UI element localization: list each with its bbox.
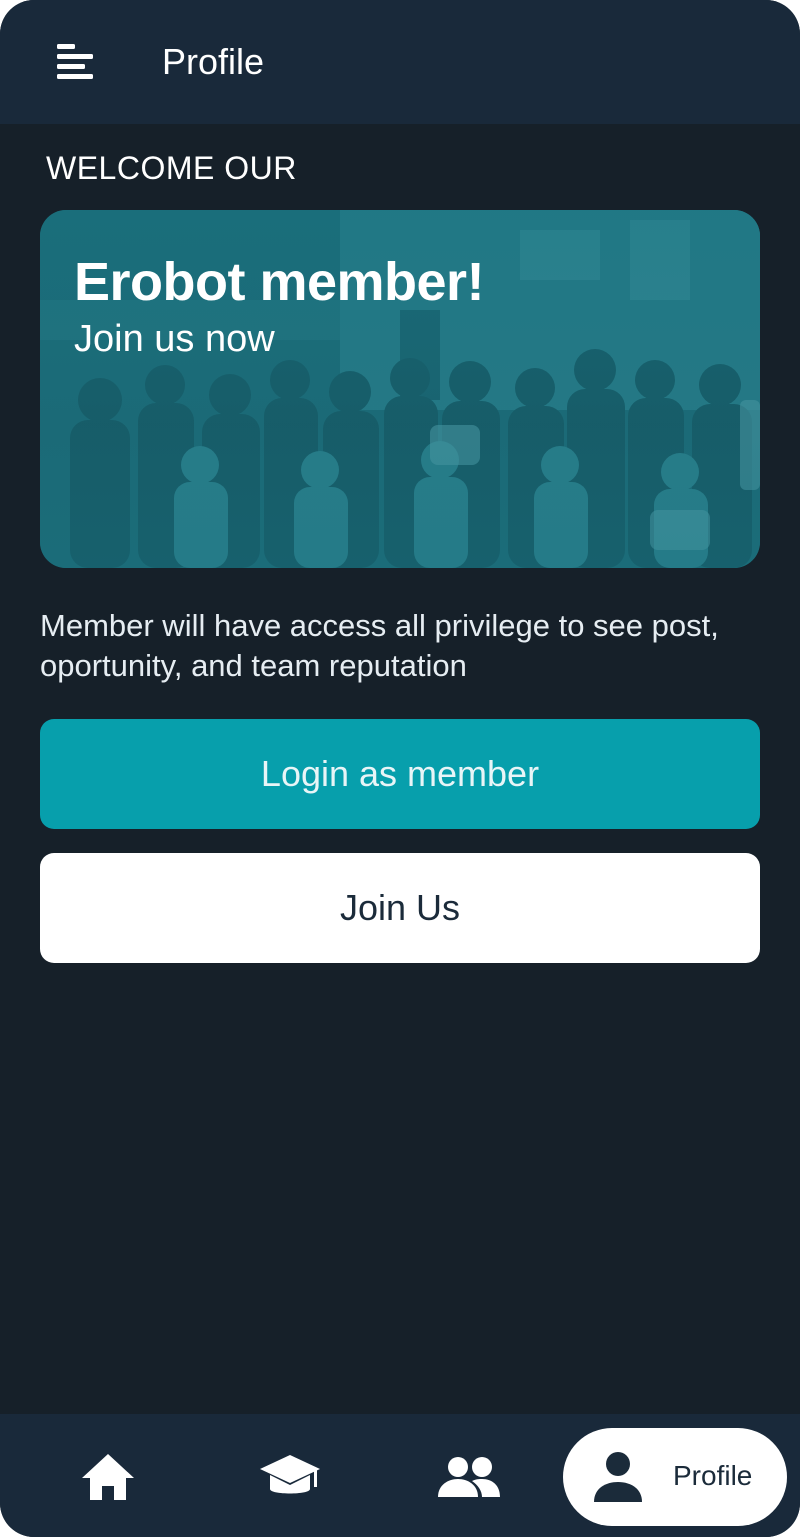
- nav-profile-label: Profile: [673, 1460, 753, 1491]
- app-bar: Profile: [0, 0, 800, 124]
- nav-team[interactable]: [434, 1442, 504, 1512]
- graduation-cap-icon: [260, 1455, 320, 1494]
- join-us-button[interactable]: Join Us: [40, 853, 760, 963]
- menu-icon: [57, 44, 93, 79]
- membership-description: Member will have access all privilege to…: [40, 608, 719, 683]
- person-icon: [594, 1452, 642, 1502]
- banner-subtitle: Join us now: [74, 318, 275, 360]
- menu-button[interactable]: [52, 38, 100, 86]
- profile-screen: Profile WELCOME OUR Erobot member! Join …: [0, 0, 800, 1537]
- welcome-heading: WELCOME OUR: [46, 150, 297, 186]
- banner-title: Erobot member!: [74, 252, 485, 312]
- nav-learning[interactable]: [255, 1442, 325, 1512]
- login-as-member-button[interactable]: Login as member: [40, 719, 760, 829]
- bottom-navigation: Profile: [0, 1414, 800, 1537]
- nav-home[interactable]: [73, 1442, 143, 1512]
- nav-profile[interactable]: Profile: [563, 1428, 787, 1526]
- member-banner[interactable]: Erobot member! Join us now: [40, 210, 760, 568]
- home-icon: [82, 1454, 134, 1500]
- page-title: Profile: [162, 41, 265, 82]
- group-icon: [438, 1457, 500, 1497]
